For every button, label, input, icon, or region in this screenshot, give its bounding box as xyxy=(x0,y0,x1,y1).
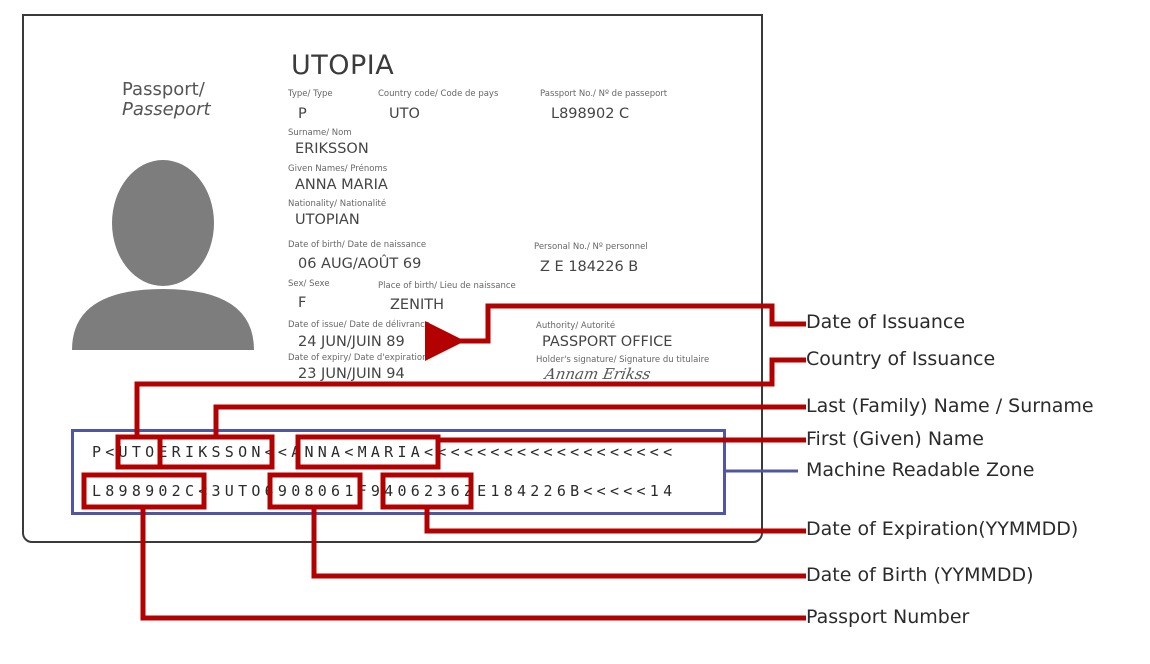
leader-date-of-issuance xyxy=(425,303,806,361)
highlight-given-name xyxy=(295,434,441,470)
callout-surname: Last (Family) Name / Surname xyxy=(806,395,1094,417)
leader-country-of-issuance xyxy=(134,357,806,437)
highlight-passport-number xyxy=(81,472,207,510)
leader-passport-number xyxy=(140,507,806,621)
highlight-expiry xyxy=(380,472,474,510)
leader-dob xyxy=(311,507,806,579)
leader-surname xyxy=(213,404,806,437)
callout-date-of-expiration: Date of Expiration(YYMMDD) xyxy=(806,518,1079,540)
highlight-country-code xyxy=(115,434,163,470)
callout-given-name: First (Given) Name xyxy=(806,428,984,450)
highlight-surname xyxy=(157,434,275,470)
callout-mrz: Machine Readable Zone xyxy=(806,459,1035,481)
leader-expiration xyxy=(424,507,806,534)
callout-passport-number: Passport Number xyxy=(806,606,970,628)
highlight-dob xyxy=(267,472,363,510)
callout-date-of-issuance: Date of Issuance xyxy=(806,311,966,333)
callout-date-of-birth: Date of Birth (YYMMDD) xyxy=(806,564,1034,586)
callout-country-of-issuance: Country of Issuance xyxy=(806,348,996,370)
